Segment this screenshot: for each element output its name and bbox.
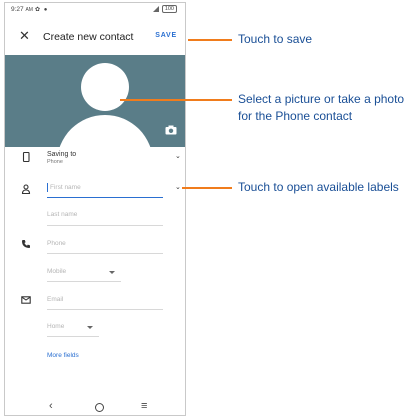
page-title: Create new contact — [43, 31, 134, 43]
saving-to-account: Phone — [47, 159, 63, 165]
avatar-head — [81, 63, 129, 111]
phone-label-value: Mobile — [47, 268, 67, 275]
first-name-field[interactable]: First name — [50, 184, 81, 191]
avatar-body — [57, 115, 153, 147]
navigation-bar: ‹ ≡ — [5, 397, 185, 415]
status-right: 100 — [152, 5, 177, 13]
signal-icon — [152, 6, 159, 12]
dropdown-arrow-icon — [109, 271, 115, 274]
recents-icon[interactable]: ≡ — [141, 400, 147, 412]
phone-field[interactable]: Phone — [47, 240, 66, 247]
contact-form: Saving to Phone ⌄ First name ⌄ Last name… — [5, 147, 185, 387]
back-icon[interactable]: ‹ — [49, 400, 53, 412]
phone-device-icon — [22, 152, 30, 162]
phone-screen: 9:27 AM ✿ ● 100 ✕ Create new contact SAV… — [4, 2, 186, 416]
battery-icon: 100 — [161, 5, 177, 13]
text-cursor — [47, 183, 48, 192]
email-label-value: Home — [47, 323, 65, 330]
email-field[interactable]: Email — [47, 296, 63, 303]
callout-line-save — [188, 39, 232, 41]
saving-to-title: Saving to — [47, 151, 77, 158]
dropdown-arrow-icon — [87, 326, 93, 329]
chevron-down-icon[interactable]: ⌄ — [175, 152, 181, 160]
name-labels-chevron-icon[interactable]: ⌄ — [175, 183, 181, 191]
callout-save: Touch to save — [238, 32, 313, 46]
toolbar: ✕ Create new contact SAVE — [5, 25, 185, 47]
notification-icons: ✿ ● — [35, 7, 49, 13]
status-bar: 9:27 AM ✿ ● 100 — [5, 3, 185, 17]
callout-picture-line2: for the Phone contact — [238, 109, 353, 123]
callout-labels: Touch to open available labels — [238, 180, 399, 194]
status-time-suffix: AM — [25, 7, 33, 13]
camera-icon[interactable] — [165, 125, 177, 135]
save-button[interactable]: SAVE — [155, 32, 177, 39]
phone-label-underline — [47, 281, 121, 282]
callout-picture-line1: Select a picture or take a photo — [238, 92, 405, 106]
status-time: 9:27 AM — [11, 6, 33, 13]
status-time-value: 9:27 — [11, 6, 24, 13]
first-name-underline — [47, 197, 163, 198]
callout-line-labels — [182, 187, 232, 189]
email-icon — [21, 296, 31, 304]
contact-photo-picker[interactable] — [5, 55, 185, 147]
email-label-underline — [47, 336, 99, 337]
phone-underline — [47, 253, 163, 254]
more-fields-link[interactable]: More fields — [47, 352, 79, 359]
last-name-underline — [47, 225, 163, 226]
home-icon[interactable] — [95, 403, 104, 412]
close-icon[interactable]: ✕ — [19, 29, 30, 42]
person-icon — [21, 184, 31, 194]
last-name-field[interactable]: Last name — [47, 211, 77, 218]
callout-line-picture — [120, 99, 232, 101]
email-underline — [47, 309, 163, 310]
call-icon — [22, 240, 30, 248]
